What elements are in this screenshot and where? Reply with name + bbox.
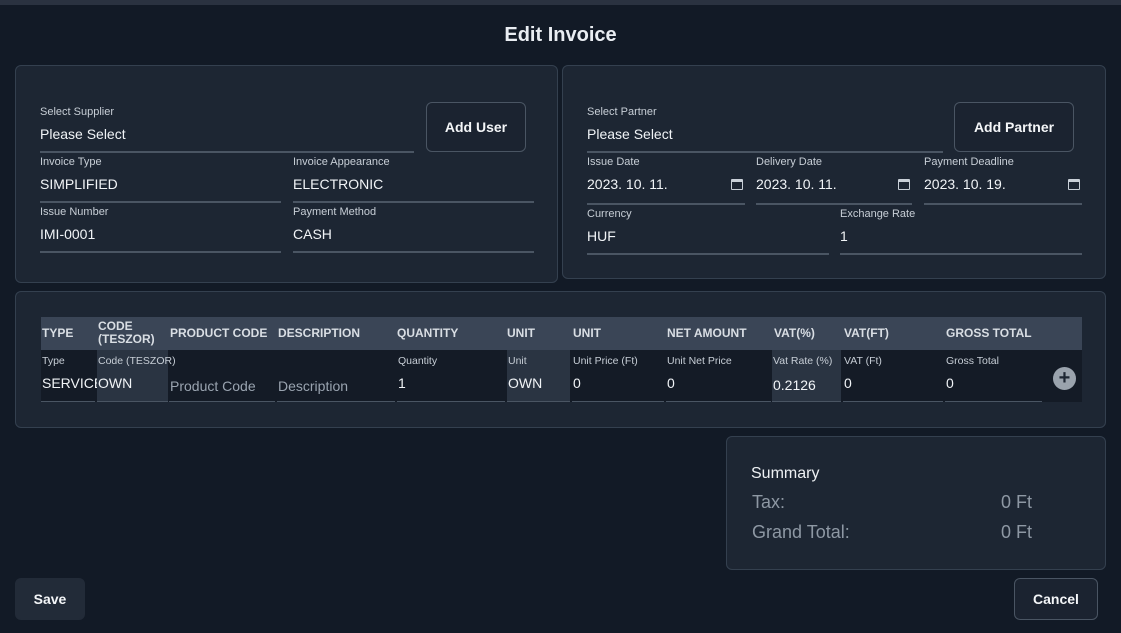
currency-value: HUF [587,228,616,244]
invoice-appearance-select[interactable]: Invoice Appearance ELECTRONIC [293,156,534,203]
type-label: Type [42,355,65,367]
product-code-input[interactable]: Product Code [169,350,275,402]
cancel-button[interactable]: Cancel [1014,578,1098,620]
calendar-icon[interactable] [898,179,910,190]
unit-net-price-label: Unit Net Price [667,355,732,367]
gross-total-input[interactable]: Gross Total 0 [945,350,1042,402]
quantity-input[interactable]: Quantity 1 [397,350,505,402]
code-teszor-label: Code (TESZOR) [98,355,176,367]
header-description: DESCRIPTION [278,326,361,340]
header-vat-ft: VAT(FT) [844,326,889,340]
payment-method-value: CASH [293,226,332,242]
vat-ft-input[interactable]: VAT (Ft) 0 [843,350,943,402]
table-row: Type SERVICE Code (TESZOR) OWN Product C… [41,350,1082,402]
partner-select[interactable]: Select Partner Please Select [587,106,943,153]
payment-method-select[interactable]: Payment Method CASH [293,206,534,253]
payment-deadline-field[interactable]: Payment Deadline 2023. 10. 19. [924,156,1082,205]
supplier-card: Select Supplier Please Select Add User I… [15,65,558,283]
exchange-rate-label: Exchange Rate [840,208,916,220]
header-type: TYPE [42,326,74,340]
add-user-button[interactable]: Add User [426,102,526,152]
product-code-placeholder: Product Code [170,378,256,394]
add-row-icon[interactable]: + [1053,367,1076,390]
grand-total-value: 0 Ft [1001,522,1033,542]
partner-value: Please Select [587,126,673,142]
page-title: Edit Invoice [504,24,617,46]
vat-rate-value: 0.2126 [773,377,816,393]
grand-total-label: Grand Total: [752,522,850,542]
quantity-label: Quantity [398,355,438,367]
unit-price-label: Unit Price (Ft) [573,355,638,367]
description-input[interactable]: Description [277,350,395,402]
summary-card: Summary Tax: 0 Ft Grand Total: 0 Ft [726,436,1106,570]
supplier-label: Select Supplier [40,106,114,118]
partner-card: Select Partner Please Select Add Partner… [562,65,1106,279]
add-partner-button[interactable]: Add Partner [954,102,1074,152]
header-net-amount: NET AMOUNT [667,326,747,340]
exchange-rate-field[interactable]: Exchange Rate 1 [840,208,1082,255]
vat-ft-value: 0 [844,375,852,391]
gross-total-label: Gross Total [946,355,999,367]
type-value: SERVICE [42,375,104,391]
unit-select[interactable]: Unit OWN [507,350,570,402]
unit-label: Unit [508,355,527,367]
issue-date-field[interactable]: Issue Date 2023. 10. 11. [587,156,745,205]
payment-deadline-label: Payment Deadline [924,156,1014,168]
currency-select[interactable]: Currency HUF [587,208,829,255]
invoice-type-label: Invoice Type [40,156,102,168]
vat-ft-label: VAT (Ft) [844,355,882,367]
calendar-icon[interactable] [731,179,743,190]
issue-date-label: Issue Date [587,156,640,168]
invoice-appearance-label: Invoice Appearance [293,156,390,168]
invoice-type-select[interactable]: Invoice Type SIMPLIFIED [40,156,281,203]
header-code-line1: CODE [98,319,133,333]
delivery-date-label: Delivery Date [756,156,823,168]
header-code: CODE (TESZOR) [98,320,155,346]
items-card: TYPE CODE (TESZOR) PRODUCT CODE DESCRIPT… [15,291,1106,428]
summary-title: Summary [751,465,820,482]
supplier-value: Please Select [40,126,126,142]
tax-value: 0 Ft [1001,492,1033,512]
unit-price-input[interactable]: Unit Price (Ft) 0 [572,350,664,402]
supplier-select[interactable]: Select Supplier Please Select [40,106,414,153]
issue-number-value: IMI-0001 [40,226,96,242]
partner-label: Select Partner [587,106,657,118]
header-unit: UNIT [507,326,535,340]
gross-total-value: 0 [946,375,954,391]
unit-price-value: 0 [573,375,581,391]
code-teszor-value: OWN [98,375,133,391]
unit-net-price-input[interactable]: Unit Net Price 0 [666,350,771,402]
delivery-date-field[interactable]: Delivery Date 2023. 10. 11. [756,156,912,205]
header-unit-price: UNIT [573,326,601,340]
header-quantity: QUANTITY [397,326,459,340]
vat-rate-input[interactable]: Vat Rate (%) 0.2126 [772,350,841,402]
issue-date-value: 2023. 10. 11. [587,176,668,192]
header-product-code: PRODUCT CODE [170,326,268,340]
quantity-value: 1 [398,375,406,391]
top-bar [0,0,1121,5]
type-select[interactable]: Type SERVICE [41,350,103,402]
payment-deadline-value: 2023. 10. 19. [924,176,1006,192]
table-header: TYPE CODE (TESZOR) PRODUCT CODE DESCRIPT… [41,317,1082,350]
code-teszor-select[interactable]: Code (TESZOR) OWN [97,350,176,402]
delivery-date-value: 2023. 10. 11. [756,176,837,192]
issue-number-label: Issue Number [40,206,109,218]
header-code-line2: (TESZOR) [98,332,155,346]
currency-label: Currency [587,208,632,220]
payment-method-label: Payment Method [293,206,377,218]
description-placeholder: Description [278,378,349,394]
vat-rate-label: Vat Rate (%) [773,355,833,367]
header-vat-percent: VAT(%) [774,326,815,340]
header-gross-total: GROSS TOTAL [946,326,1032,340]
unit-value: OWN [508,375,543,391]
unit-net-price-value: 0 [667,375,675,391]
invoice-appearance-value: ELECTRONIC [293,176,384,192]
calendar-icon[interactable] [1068,179,1080,190]
invoice-type-value: SIMPLIFIED [40,176,118,192]
exchange-rate-value: 1 [840,228,848,244]
tax-label: Tax: [752,492,786,512]
save-button[interactable]: Save [15,578,85,620]
issue-number-field[interactable]: Issue Number IMI-0001 [40,206,281,253]
